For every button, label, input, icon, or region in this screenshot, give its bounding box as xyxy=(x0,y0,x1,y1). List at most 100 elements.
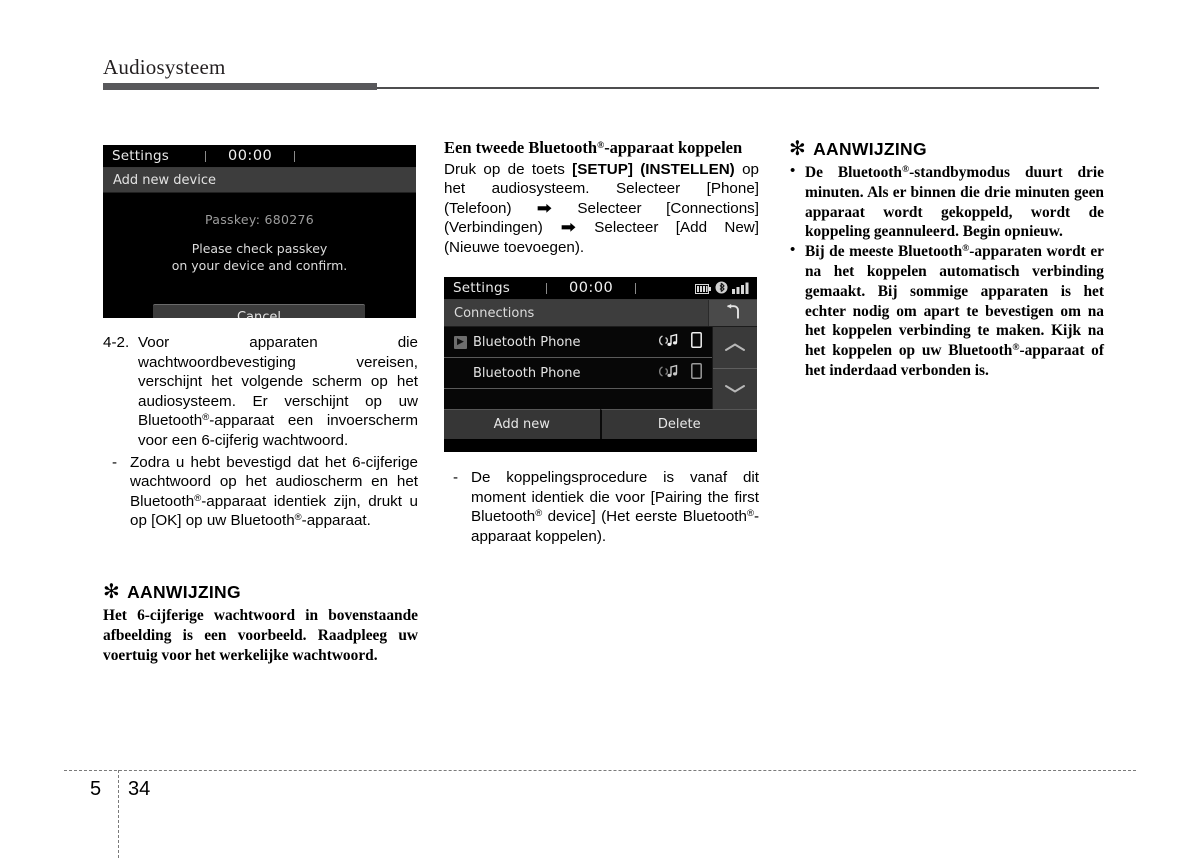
title-separator-left xyxy=(545,282,547,294)
list-item[interactable]: ▶ Bluetooth Phone xyxy=(444,358,712,389)
audio-stream-icon xyxy=(658,333,680,352)
footer-divider xyxy=(118,770,119,858)
chevron-right-icon: ▶ xyxy=(454,335,467,349)
manual-page: Audiosysteem Settings 00:00 Add new devi… xyxy=(0,0,1200,861)
connections-screen-image: Settings 00:00 Connections ▶ Bluetooth P… xyxy=(444,277,757,452)
registered-mark: ® xyxy=(294,512,302,524)
note-body-text: Het 6-cijferige wachtwoord in bovenstaan… xyxy=(103,607,418,664)
asterisk-icon: ✻ xyxy=(103,581,121,603)
title-separator-right xyxy=(635,282,637,294)
asterisk-icon: ✻ xyxy=(789,138,807,160)
passkey-instruction: Please check passkey on your device and … xyxy=(103,240,416,274)
passkey-screen-image: Settings 00:00 Add new device Passkey: 6… xyxy=(103,145,416,318)
device-title: Settings xyxy=(112,148,169,164)
registered-mark: ® xyxy=(746,508,754,520)
device-subtitle: Add new device xyxy=(113,172,217,188)
passkey-content: Passkey: 680276 Please check passkey on … xyxy=(103,212,416,318)
battery-icon xyxy=(695,279,711,298)
passkey-value: Passkey: 680276 xyxy=(204,212,315,227)
passkey-instruction-line2: on your device and confirm. xyxy=(171,258,348,273)
bullet2-text-a: Bij de meeste Bluetooth xyxy=(805,243,963,261)
chevron-up-icon xyxy=(725,343,745,351)
dash-marker: - xyxy=(453,469,459,486)
note-heading: ✻ AANWIJZING xyxy=(789,138,1104,160)
note-heading-label: AANWIJZING xyxy=(813,139,927,159)
phone-icon xyxy=(691,363,702,383)
arrow-icon: ➡ xyxy=(537,199,552,217)
device-subtitle: Connections xyxy=(454,305,535,321)
back-arrow-icon xyxy=(724,303,743,323)
header-rule xyxy=(103,83,1099,90)
note-body-text: • De Bluetooth®-standbymodus duurt drie … xyxy=(789,163,1104,381)
dash-marker: - xyxy=(112,453,118,471)
section-heading: Een tweede Bluetooth®-apparaat koppelen xyxy=(444,138,759,158)
bullet-icon: • xyxy=(790,242,796,259)
list-item-label: Bluetooth Phone xyxy=(473,334,581,350)
chevron-right-icon-placeholder: ▶ xyxy=(454,367,467,380)
device-clock: 00:00 xyxy=(227,148,273,164)
mid-column-intro: Druk op de toets [SETUP] (INSTELLEN) op … xyxy=(444,160,759,258)
scroll-controls xyxy=(712,327,757,409)
left-note-block: ✻ AANWIJZING Het 6-cijferige wachtwoord … xyxy=(103,581,418,665)
setup-instruction: Druk op de toets [SETUP] (INSTELLEN) op … xyxy=(444,160,759,258)
device-list-area: ▶ Bluetooth Phone Bluetooth Phone xyxy=(444,327,757,409)
device-title-bar: Settings 00:00 xyxy=(103,145,416,168)
title-separator-right xyxy=(294,150,296,162)
intro-text-a: Druk op de toets xyxy=(444,160,573,178)
passkey-instruction-line1: Please check passkey xyxy=(191,241,328,256)
bluetooth-icon xyxy=(715,279,728,298)
chapter-number: 5 xyxy=(90,778,102,800)
list-item-icons xyxy=(658,332,702,352)
right-note-block: ✻ AANWIJZING • De Bluetooth®-standbymodu… xyxy=(789,138,1104,381)
scroll-down-button[interactable] xyxy=(713,369,757,410)
title-separator-left xyxy=(204,150,206,162)
page-number: 34 xyxy=(128,778,151,800)
scroll-up-button[interactable] xyxy=(713,327,757,369)
delete-button[interactable]: Delete xyxy=(599,409,757,439)
device-list: ▶ Bluetooth Phone Bluetooth Phone xyxy=(444,327,712,409)
list-item-label: Bluetooth Phone xyxy=(473,365,581,381)
bullet-icon: • xyxy=(790,163,796,179)
page-footer: 5 34 xyxy=(64,770,1136,858)
list-item[interactable]: ▶ Bluetooth Phone xyxy=(444,327,712,358)
page-title: Audiosysteem xyxy=(103,55,226,79)
phone-icon xyxy=(691,332,702,352)
dash-text-c: -apparaat. xyxy=(301,512,371,530)
mid-footnote-text: - De koppelingsprocedure is vanaf dit mo… xyxy=(444,468,759,546)
list-item-icons xyxy=(658,363,702,383)
note-heading-label: AANWIJZING xyxy=(127,582,241,602)
add-new-button[interactable]: Add new xyxy=(444,409,600,439)
step-marker: 4-2. xyxy=(103,334,130,351)
audio-stream-icon xyxy=(658,364,680,383)
status-bar xyxy=(695,279,750,298)
device-subtitle-bar: Connections xyxy=(444,300,757,327)
note-heading: ✻ AANWIJZING xyxy=(103,581,418,603)
chevron-down-icon xyxy=(725,385,745,393)
mid-column-body: Een tweede Bluetooth®-apparaat koppelen … xyxy=(444,138,759,257)
section-heading-b: -apparaat koppelen xyxy=(604,138,743,157)
device-subtitle-bar: Add new device xyxy=(103,168,416,193)
note-bullet-2: • Bij de meeste Bluetooth®-apparaten wor… xyxy=(789,242,1104,381)
setup-key-label: [SETUP] (INSTELLEN) xyxy=(572,160,735,178)
step-4-2: 4-2. Voor apparaten die wachtwoordbevest… xyxy=(103,333,418,451)
back-button[interactable] xyxy=(708,300,757,326)
left-column-body: 4-2. Voor apparaten die wachtwoordbevest… xyxy=(103,333,418,531)
cancel-button[interactable]: Cancel xyxy=(153,304,365,318)
pairing-procedure-note: - De koppelingsprocedure is vanaf dit mo… xyxy=(444,468,759,546)
mid-column-footnote: - De koppelingsprocedure is vanaf dit mo… xyxy=(444,466,759,546)
footer-numbers: 5 34 xyxy=(64,770,1136,858)
footer-rule xyxy=(64,770,1136,771)
signal-icon xyxy=(732,279,750,298)
left-column-text: 4-2. Voor apparaten die wachtwoordbevest… xyxy=(103,333,418,531)
step-note-ok: - Zodra u hebt bevestigd dat het 6-cijfe… xyxy=(103,453,418,531)
bullet1-text-a: De Bluetooth xyxy=(805,164,902,181)
device-title-bar: Settings 00:00 xyxy=(444,277,757,300)
header-rule-thick xyxy=(103,83,377,90)
device-button-bar: Add new Delete xyxy=(444,409,757,439)
device-clock: 00:00 xyxy=(568,280,614,296)
device-title: Settings xyxy=(453,280,510,296)
note-bullet-1: • De Bluetooth®-standbymodus duurt drie … xyxy=(789,163,1104,242)
mid-dash-text-b: device] (Het eerste Bluetooth xyxy=(542,508,747,526)
section-heading-a: Een tweede Bluetooth xyxy=(444,138,598,157)
arrow-icon: ➡ xyxy=(561,219,576,237)
